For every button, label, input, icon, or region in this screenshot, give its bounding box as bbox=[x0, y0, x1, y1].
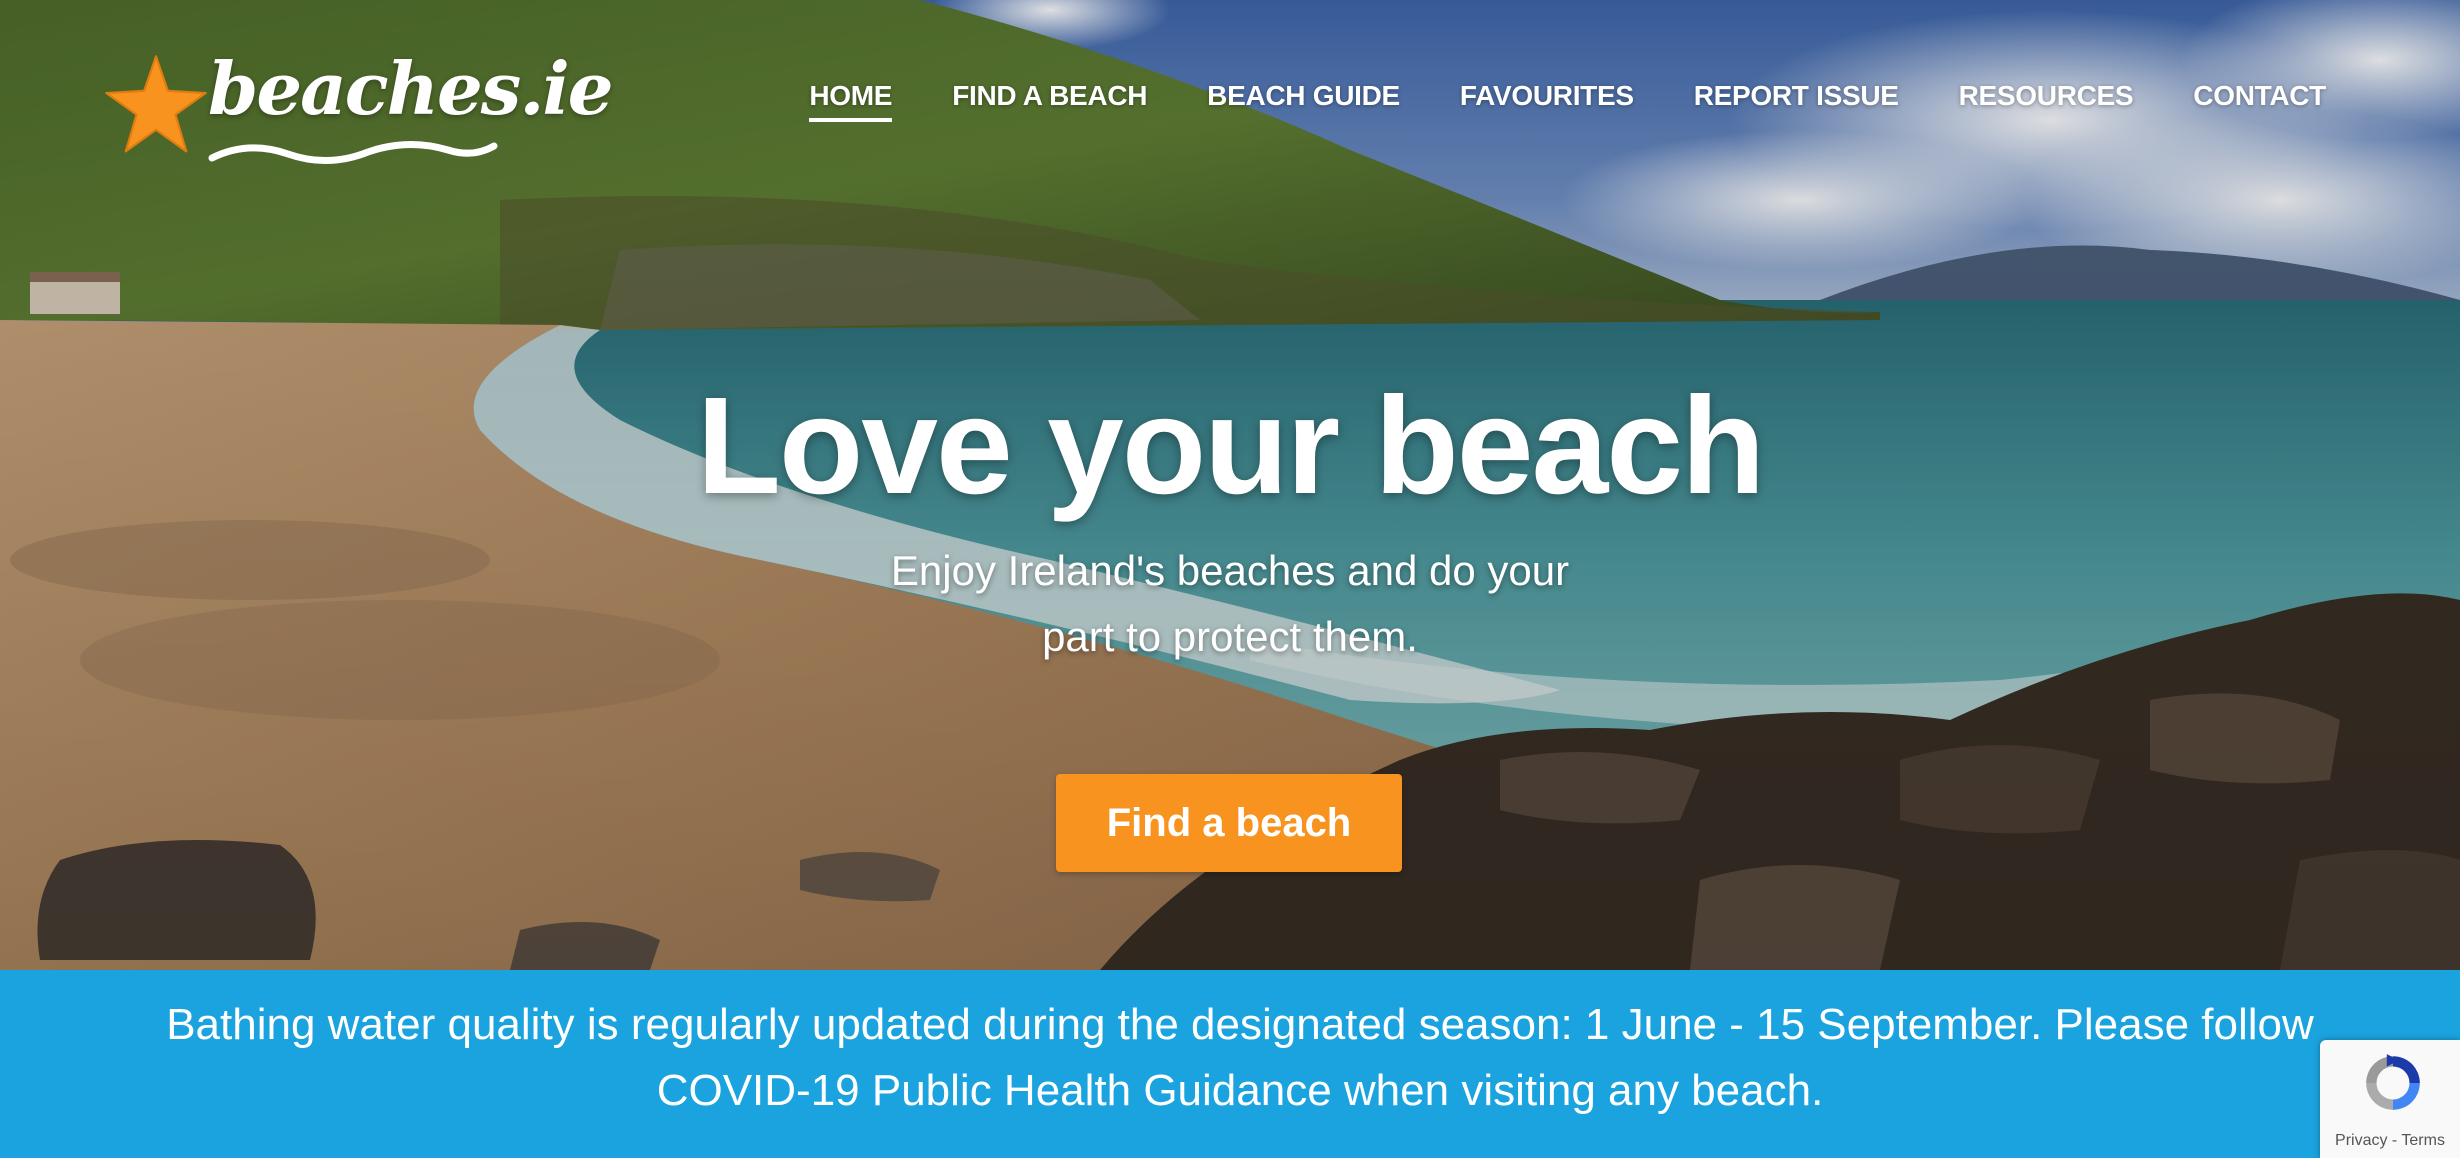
hero-title: Love your beach bbox=[696, 369, 1766, 523]
recaptcha-privacy-link[interactable]: Privacy bbox=[2335, 1132, 2387, 1149]
recaptcha-terms-link[interactable]: Terms bbox=[2401, 1132, 2445, 1149]
nav-find-a-beach[interactable]: FIND A BEACH bbox=[952, 80, 1147, 122]
hero-content: Love your beach Enjoy Ireland's beaches … bbox=[0, 366, 2460, 670]
nav-contact[interactable]: CONTACT bbox=[2193, 80, 2326, 122]
hero-section: beaches.ie HOME FIND A BEACH BEACH GUIDE… bbox=[0, 0, 2460, 970]
main-nav: HOME FIND A BEACH BEACH GUIDE FAVOURITES… bbox=[809, 80, 2326, 122]
recaptcha-badge[interactable]: Privacy - Terms bbox=[2320, 1040, 2460, 1158]
starfish-icon bbox=[105, 55, 207, 153]
site-logo[interactable]: beaches.ie bbox=[100, 44, 614, 174]
logo-wordmark: beaches.ie bbox=[208, 46, 614, 131]
nav-beach-guide[interactable]: BEACH GUIDE bbox=[1207, 80, 1400, 122]
nav-resources[interactable]: RESOURCES bbox=[1959, 80, 2134, 122]
nav-favourites[interactable]: FAVOURITES bbox=[1460, 80, 1634, 122]
recaptcha-links: Privacy - Terms bbox=[2320, 1132, 2460, 1150]
find-a-beach-button[interactable]: Find a beach bbox=[1056, 774, 1402, 872]
recaptcha-icon bbox=[2366, 1054, 2420, 1110]
page: beaches.ie HOME FIND A BEACH BEACH GUIDE… bbox=[0, 0, 2460, 1158]
notice-banner: Bathing water quality is regularly updat… bbox=[0, 970, 2460, 1158]
hero-subtitle: Enjoy Ireland's beaches and do your part… bbox=[890, 547, 1570, 660]
recaptcha-separator: - bbox=[2387, 1132, 2402, 1149]
nav-home[interactable]: HOME bbox=[809, 80, 892, 122]
wave-icon bbox=[208, 141, 498, 164]
nav-report-issue[interactable]: REPORT ISSUE bbox=[1694, 80, 1899, 122]
notice-text: Bathing water quality is regularly updat… bbox=[166, 1000, 2314, 1115]
